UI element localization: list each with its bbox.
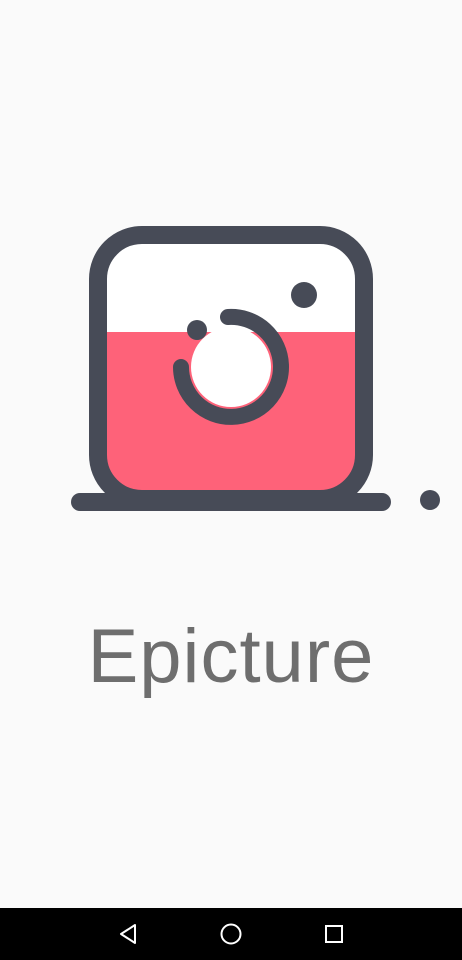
- back-triangle-icon: [120, 924, 136, 944]
- recent-square-icon: [325, 925, 343, 943]
- navigation-bar: [0, 908, 462, 960]
- app-title: Epicture: [87, 614, 375, 699]
- home-button[interactable]: [201, 908, 261, 960]
- recent-apps-button[interactable]: [304, 908, 364, 960]
- back-button[interactable]: [98, 908, 158, 960]
- camera-logo-icon: [71, 226, 440, 511]
- home-circle-icon: [220, 923, 242, 945]
